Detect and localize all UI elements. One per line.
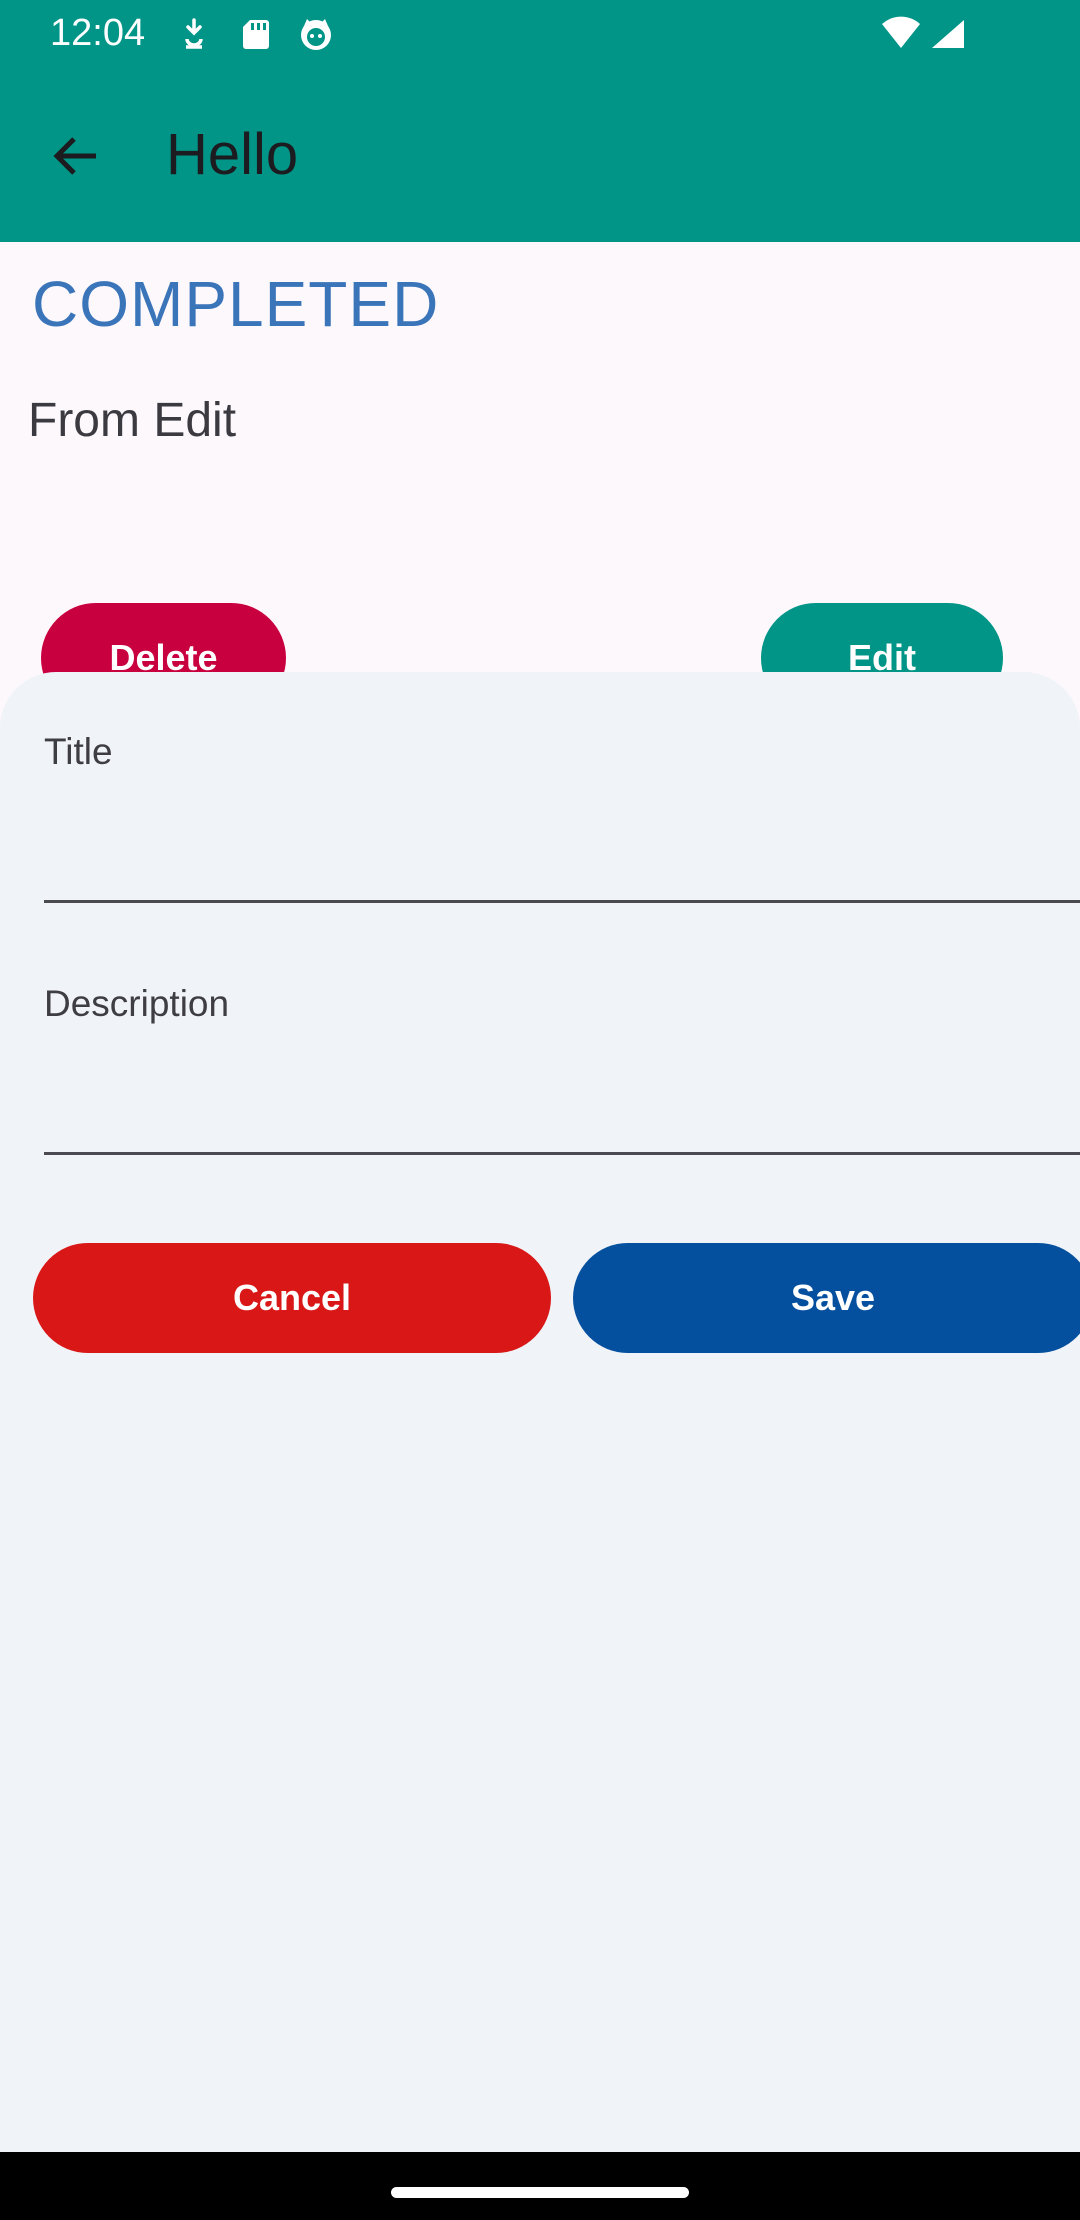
status-bar: 12:04 — [0, 0, 1080, 66]
download-notification-icon — [174, 14, 214, 54]
cell-signal-icon — [928, 14, 968, 54]
save-button[interactable]: Save — [573, 1243, 1080, 1353]
edit-bottom-sheet: Title Description Cancel Save — [0, 672, 1080, 2152]
description-field-label: Description — [44, 983, 230, 1024]
todo-description: From Edit — [28, 394, 237, 447]
cancel-button[interactable]: Cancel — [33, 1243, 551, 1353]
arrow-back-icon — [53, 137, 96, 175]
app-bar: Hello — [0, 66, 1080, 242]
status-time: 12:04 — [50, 12, 146, 54]
todo-status: COMPLETED — [32, 268, 440, 340]
description-input[interactable] — [44, 1082, 1080, 1155]
wifi-icon — [880, 14, 920, 54]
page-title: Hello — [166, 122, 299, 187]
home-handle[interactable] — [391, 2187, 689, 2198]
title-field-label: Title — [44, 731, 113, 772]
cat-face-icon — [296, 14, 336, 54]
title-input[interactable] — [44, 830, 1080, 903]
back-button[interactable] — [36, 116, 116, 196]
sd-card-icon — [236, 14, 276, 54]
navigation-bar — [0, 2152, 1080, 2220]
